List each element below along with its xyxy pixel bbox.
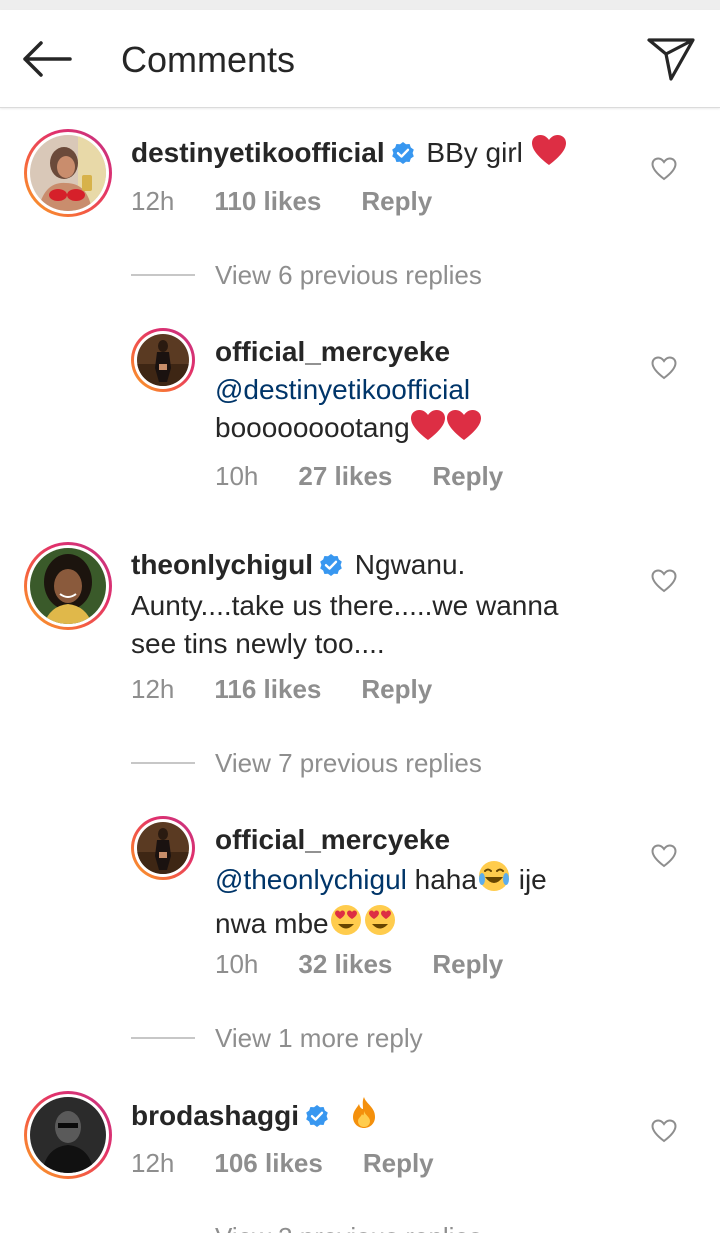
comment-time: 12h [131, 1148, 175, 1178]
reply-button[interactable]: Reply [432, 949, 503, 979]
mention-link[interactable]: @destinyetikoofficial [215, 374, 470, 405]
reply-body: booooooootang [215, 412, 410, 443]
comment-meta: 12h 116 likes Reply [131, 674, 432, 704]
red-heart-emoji-icon [446, 409, 482, 451]
view-previous-replies[interactable]: View 3 previous replies [131, 1220, 631, 1233]
like-button[interactable] [651, 356, 677, 380]
reply-button[interactable]: Reply [361, 186, 432, 216]
reply-text: official_mercyeke @destinyetikoofficial … [215, 333, 635, 451]
heart-outline-icon [651, 1119, 677, 1143]
reply-body: haha [414, 864, 477, 895]
mention-link[interactable]: @theonlychigul [215, 864, 407, 895]
heart-outline-icon [651, 844, 677, 868]
comment-time: 12h [131, 674, 175, 704]
likes-count[interactable]: 110 likes [214, 186, 321, 216]
likes-count[interactable]: 116 likes [214, 674, 321, 704]
reply-body: nwa mbe [215, 908, 329, 939]
comment-meta: 12h 110 likes Reply [131, 186, 432, 216]
reply-time: 10h [215, 461, 259, 491]
username[interactable]: destinyetikoofficial [131, 137, 385, 168]
back-button[interactable] [20, 38, 74, 80]
share-button[interactable] [646, 36, 696, 82]
reply-button[interactable]: Reply [363, 1148, 434, 1178]
fire-emoji-icon [349, 1095, 379, 1139]
tears-of-joy-emoji-icon [477, 859, 511, 903]
status-bar [0, 0, 720, 10]
avatar[interactable] [131, 328, 195, 392]
arrow-left-icon [23, 41, 72, 77]
heart-outline-icon [651, 569, 677, 593]
likes-count[interactable]: 32 likes [298, 949, 392, 979]
verified-badge-icon [391, 137, 415, 175]
view-previous-replies[interactable]: View 6 previous replies [131, 258, 631, 292]
comment-text: brodashaggi [131, 1095, 379, 1139]
reply-time: 10h [215, 949, 259, 979]
likes-count[interactable]: 106 likes [214, 1148, 322, 1178]
avatar[interactable] [131, 816, 195, 880]
like-button[interactable] [651, 844, 677, 868]
reply-button[interactable]: Reply [361, 674, 432, 704]
comment-meta: 12h 106 likes Reply [131, 1148, 434, 1178]
like-button[interactable] [651, 157, 677, 181]
heart-eyes-emoji-icon [329, 903, 363, 947]
comment-body: Aunty....take us there.....we wanna [131, 590, 559, 621]
comment-body: Ngwanu. [354, 549, 466, 580]
page-title: Comments [121, 39, 296, 80]
comments-header: Comments [0, 10, 720, 108]
username[interactable]: brodashaggi [131, 1100, 299, 1131]
avatar[interactable] [24, 1091, 112, 1179]
reply-text: official_mercyeke @theonlychigul haha ij… [215, 821, 635, 947]
paper-plane-icon [647, 38, 695, 81]
reply-meta: 10h 32 likes Reply [215, 949, 503, 979]
like-button[interactable] [651, 1119, 677, 1143]
reply-meta: 10h 27 likes Reply [215, 461, 503, 491]
red-heart-emoji-icon [531, 134, 567, 176]
username[interactable]: theonlychigul [131, 549, 313, 580]
comment-body: BBy girl [426, 137, 523, 168]
heart-outline-icon [651, 157, 677, 181]
likes-count[interactable]: 27 likes [298, 461, 392, 491]
comment-text: destinyetikoofficial BBy girl [131, 134, 567, 176]
verified-badge-icon [319, 549, 343, 587]
view-more-replies[interactable]: View 1 more reply [131, 1021, 631, 1055]
username[interactable]: official_mercyeke [215, 336, 450, 367]
reply-button[interactable]: Reply [432, 461, 503, 491]
heart-eyes-emoji-icon [363, 903, 397, 947]
username[interactable]: official_mercyeke [215, 824, 450, 855]
red-heart-emoji-icon [410, 409, 446, 451]
reply-body: ije [518, 864, 547, 895]
heart-outline-icon [651, 356, 677, 380]
comment-body: see tins newly too.... [131, 628, 385, 659]
view-previous-replies[interactable]: View 7 previous replies [131, 746, 631, 780]
verified-badge-icon [305, 1100, 329, 1138]
avatar[interactable] [24, 542, 112, 630]
like-button[interactable] [651, 569, 677, 593]
comment-time: 12h [131, 186, 175, 216]
comment-text: theonlychigul Ngwanu. Aunty....take us t… [131, 546, 631, 663]
avatar[interactable] [24, 129, 112, 217]
